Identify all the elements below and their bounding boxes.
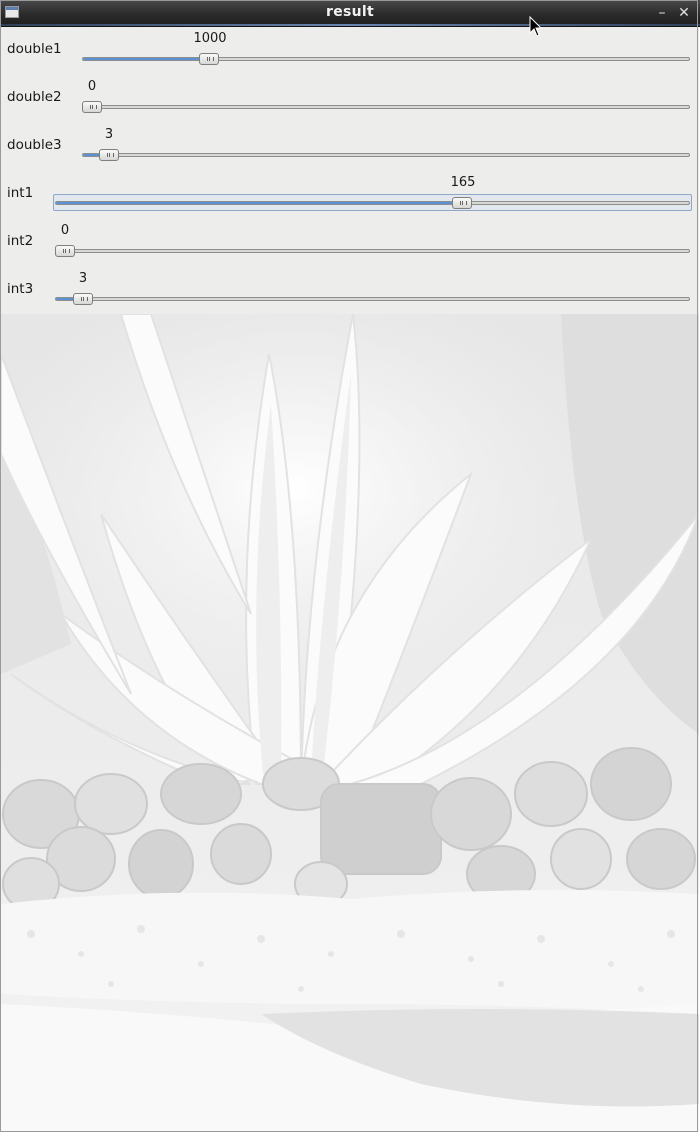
trackbar-panel: double1 1000 double2 0 double3 3 int1 16… — [1, 27, 699, 314]
close-icon[interactable]: ✕ — [675, 3, 693, 23]
aquarium-image-drawing — [1, 314, 699, 1132]
trackbar-label: double2 — [7, 89, 62, 105]
trackbar-track[interactable] — [55, 201, 690, 205]
trackbar-value: 165 — [450, 175, 476, 190]
trackbar-row-double3: double3 3 — [1, 123, 699, 171]
trackbar-value: 0 — [60, 223, 70, 238]
titlebar-accent-line — [0, 24, 700, 26]
trackbar-value: 3 — [78, 271, 88, 286]
trackbar-label: int3 — [7, 281, 34, 297]
trackbar-handle[interactable] — [73, 293, 93, 305]
trackbar-fill — [56, 202, 456, 204]
result-image — [1, 314, 699, 1132]
trackbar-value: 0 — [87, 79, 97, 94]
trackbar-handle[interactable] — [99, 149, 119, 161]
title-bar[interactable]: result – ✕ — [0, 0, 700, 27]
trackbar-fill — [83, 58, 210, 60]
minimize-icon[interactable]: – — [653, 3, 671, 23]
trackbar-label: int2 — [7, 233, 34, 249]
trackbar-track[interactable] — [82, 57, 690, 61]
trackbar-handle[interactable] — [452, 197, 472, 209]
trackbar-value: 3 — [104, 127, 114, 142]
trackbar-row-int1: int1 165 — [1, 171, 699, 219]
trackbar-value: 1000 — [193, 31, 227, 46]
trackbar-track[interactable] — [55, 249, 690, 253]
trackbar-handle[interactable] — [82, 101, 102, 113]
trackbar-row-double1: double1 1000 — [1, 27, 699, 75]
trackbar-handle[interactable] — [199, 53, 219, 65]
trackbar-label: int1 — [7, 185, 34, 201]
trackbar-handle[interactable] — [55, 245, 75, 257]
trackbar-row-int2: int2 0 — [1, 219, 699, 267]
trackbar-row-double2: double2 0 — [1, 75, 699, 123]
trackbar-track[interactable] — [82, 105, 690, 109]
trackbar-track[interactable] — [55, 297, 690, 301]
trackbar-track[interactable] — [82, 153, 690, 157]
window-title: result — [326, 4, 374, 20]
mouse-cursor-icon — [529, 16, 543, 37]
trackbar-label: double3 — [7, 137, 62, 153]
trackbar-row-int3: int3 3 — [1, 267, 699, 315]
trackbar-label: double1 — [7, 41, 62, 57]
